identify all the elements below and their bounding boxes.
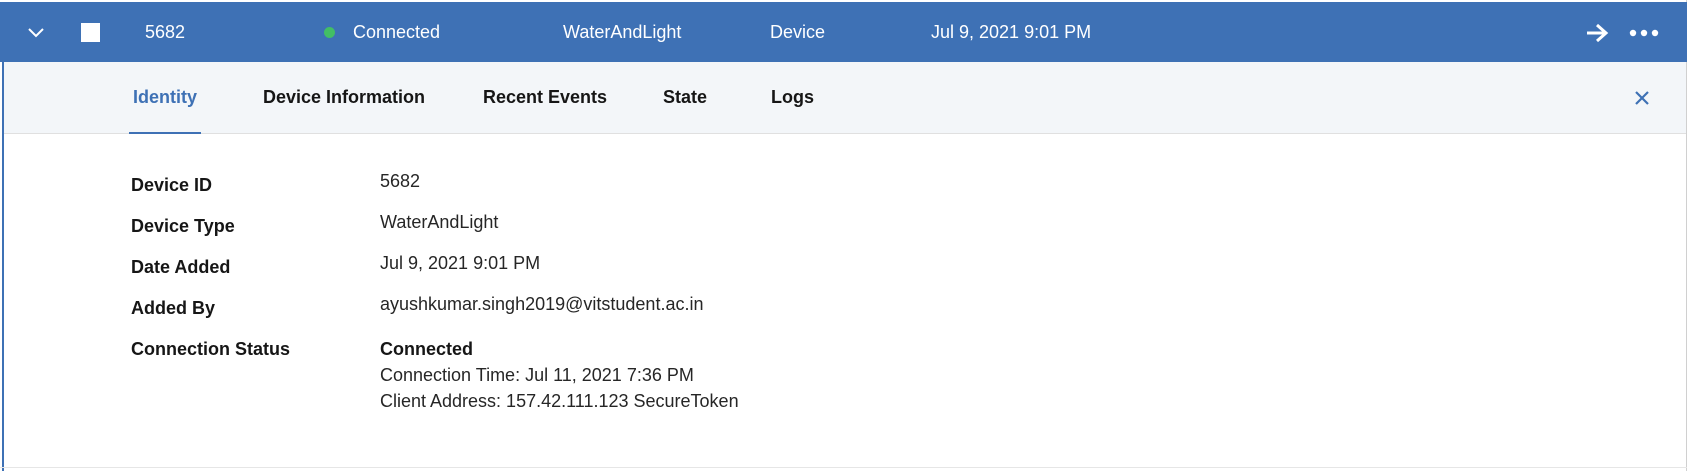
tab-logs[interactable]: Logs [771, 86, 814, 108]
row-device-type: WaterAndLight [563, 22, 682, 42]
divider [0, 467, 1687, 468]
field-value-device-type: WaterAndLight [380, 212, 499, 232]
device-table-row[interactable]: 5682 Connected WaterAndLight Device Jul … [0, 2, 1687, 62]
field-label-added-by: Added By [131, 298, 216, 318]
tab-identity[interactable]: Identity [133, 86, 197, 108]
field-label-device-type: Device Type [131, 216, 235, 236]
field-label-connection-status: Connection Status [131, 339, 291, 359]
status-dot-icon [324, 27, 335, 38]
row-device-id: 5682 [145, 22, 186, 42]
overflow-menu-icon[interactable] [1629, 24, 1659, 42]
field-label-date-added: Date Added [131, 257, 231, 277]
tab-recent-events[interactable]: Recent Events [483, 86, 607, 108]
connection-time: Connection Time: Jul 11, 2021 7:36 PM [380, 365, 694, 385]
field-value-added-by: ayushkumar.singh2019@vitstudent.ac.in [380, 294, 704, 314]
field-value-date-added: Jul 9, 2021 9:01 PM [380, 253, 541, 273]
device-row-expanded: 5682 Connected WaterAndLight Device Jul … [0, 0, 1687, 471]
row-date-added: Jul 9, 2021 9:01 PM [931, 22, 1092, 42]
client-address: Client Address: 157.42.111.123 SecureTok… [380, 391, 739, 411]
row-checkbox[interactable] [81, 23, 100, 42]
detail-tabs: Identity Device Information Recent Event… [4, 62, 1686, 134]
field-value-device-id: 5682 [380, 171, 421, 191]
row-status: Connected [353, 22, 441, 42]
close-icon[interactable] [1632, 88, 1652, 108]
arrow-right-icon[interactable] [1585, 22, 1609, 44]
chevron-down-icon[interactable] [26, 22, 46, 42]
field-value-connection-status: Connected [380, 339, 474, 359]
field-label-device-id: Device ID [131, 175, 213, 195]
tab-device-information[interactable]: Device Information [263, 86, 425, 108]
row-class: Device [770, 22, 826, 42]
active-tab-indicator [129, 132, 201, 134]
device-detail-panel: Identity Device Information Recent Event… [2, 62, 1686, 471]
tab-state[interactable]: State [663, 86, 707, 108]
